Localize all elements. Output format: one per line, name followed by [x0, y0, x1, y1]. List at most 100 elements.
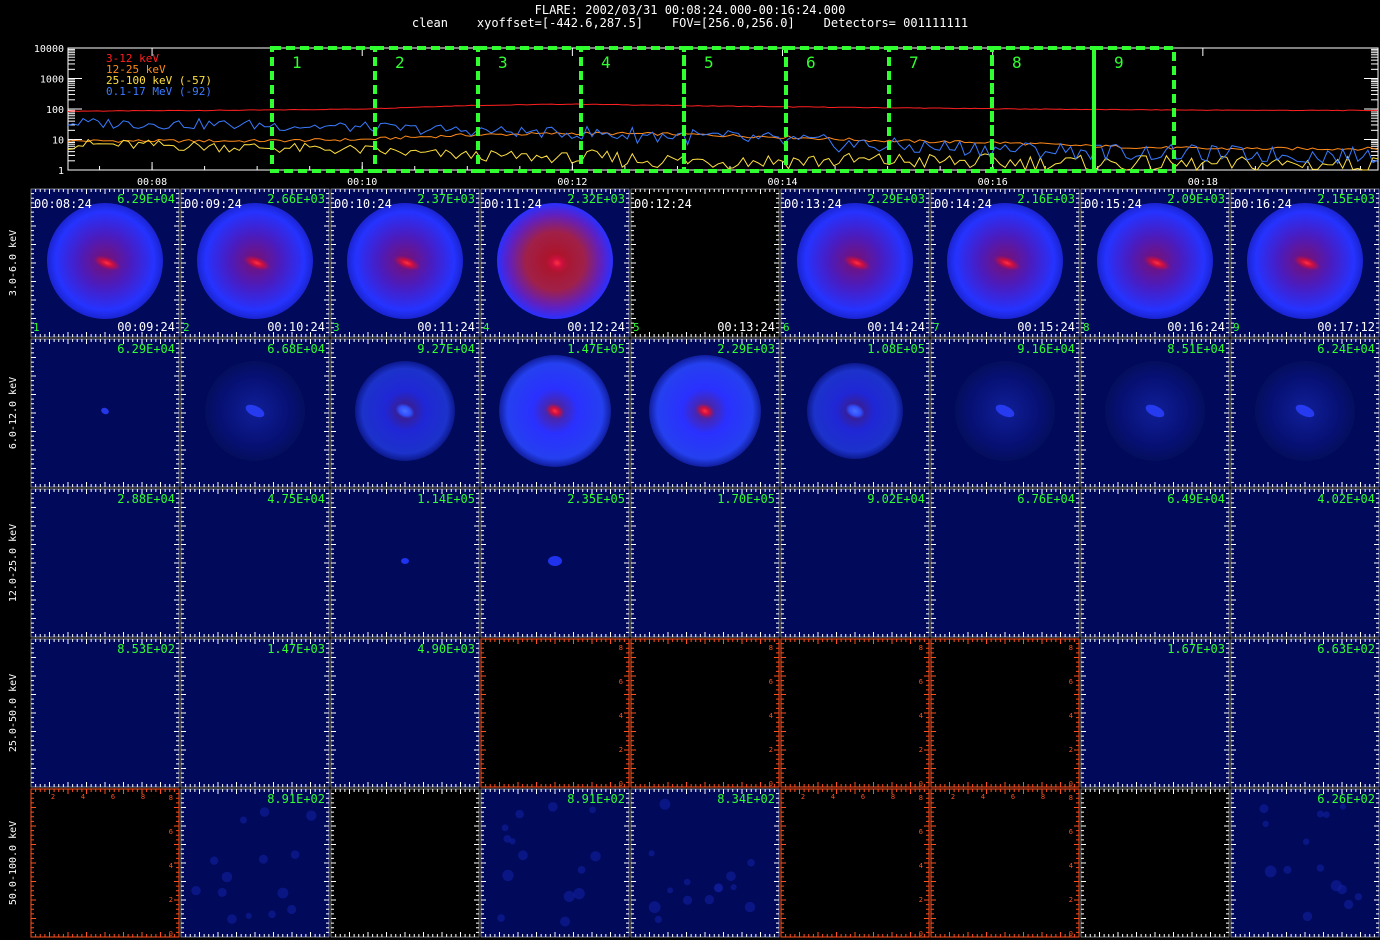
image-cell: 8.51E+04	[1080, 338, 1230, 488]
interval-number: 3	[333, 321, 340, 334]
axis-tick-label: 4	[1069, 712, 1073, 720]
peak-value: 2.29E+03	[717, 342, 775, 356]
image-cell: 2.29E+03	[630, 338, 780, 488]
end-time: 00:15:24	[1017, 320, 1075, 334]
cell-background	[31, 789, 179, 937]
peak-value: 4.02E+04	[1317, 492, 1375, 506]
end-time: 00:09:24	[117, 320, 175, 334]
axis-tick-label: 4	[769, 712, 773, 720]
image-cell: 6.63E+02	[1230, 638, 1380, 788]
peak-value: 9.16E+04	[1017, 342, 1075, 356]
interval-number: 6	[783, 321, 790, 334]
image-cell: 9.16E+04	[930, 338, 1080, 488]
cell-background	[931, 489, 1079, 637]
image-grid: 3.0-6.0 keV 6.0-12.0 keV 12.0-25.0 keV 25.0…	[8, 188, 1380, 938]
axis-tick-label: 6	[919, 678, 923, 686]
image-cell: 00:12:24 00:13:24 5	[630, 188, 780, 338]
image-cell: 86420	[780, 638, 930, 788]
interval-number: 7	[933, 321, 940, 334]
noise-blob	[221, 871, 233, 883]
image-cell: 1.47E+03	[180, 638, 330, 788]
peak-value: 6.63E+02	[1317, 642, 1375, 656]
interval-number: 1	[33, 321, 40, 334]
end-time: 00:13:24	[717, 320, 775, 334]
row-label: 3.0-6.0 keV	[8, 230, 19, 296]
start-time: 00:08:24	[34, 197, 92, 211]
noise-blob	[245, 912, 252, 919]
cell-background	[481, 639, 629, 787]
axis-tick-label: 6	[111, 793, 115, 801]
cell-background	[1081, 639, 1229, 787]
image-cell: 6.29E+04 00:08:24 00:09:24 1	[30, 188, 180, 338]
image-cell: 2.15E+03 00:16:24 00:17:12 9	[1230, 188, 1380, 338]
interval-number: 4	[483, 321, 490, 334]
end-time: 00:16:24	[1167, 320, 1225, 334]
peak-value: 2.29E+03	[867, 192, 925, 206]
cell-background	[181, 789, 329, 937]
end-time: 00:12:24	[567, 320, 625, 334]
peak-value: 2.09E+03	[1167, 192, 1225, 206]
peak-value: 6.29E+04	[117, 342, 175, 356]
cell-background	[781, 489, 929, 637]
noise-blob	[209, 856, 219, 865]
start-time: 00:12:24	[634, 197, 692, 211]
row-label: 25.0-50.0 keV	[8, 674, 19, 752]
peak-value: 8.51E+04	[1167, 342, 1225, 356]
image-cell: 1.08E+05	[780, 338, 930, 488]
peak-value: 9.02E+04	[867, 492, 925, 506]
peak-value: 4.90E+03	[417, 642, 475, 656]
axis-tick-label: 6	[169, 828, 173, 836]
peak-value: 6.49E+04	[1167, 492, 1225, 506]
end-time: 00:10:24	[267, 320, 325, 334]
image-cell: 8.53E+02	[30, 638, 180, 788]
image-cell: 6.29E+04	[30, 338, 180, 488]
image-cell: 9.02E+04	[780, 488, 930, 638]
interval-number: 8	[1083, 321, 1090, 334]
noise-blob	[290, 850, 300, 859]
start-time: 00:13:24	[784, 197, 842, 211]
peak-value: 8.53E+02	[117, 642, 175, 656]
peak-value: 2.88E+04	[117, 492, 175, 506]
peak-value: 1.67E+03	[1167, 642, 1225, 656]
cell-background	[181, 639, 329, 787]
cell-background	[1231, 639, 1379, 787]
peak-value: 1.08E+05	[867, 342, 925, 356]
image-cell: 2.32E+03 00:11:24 00:12:24 4	[480, 188, 630, 338]
image-cell: 2.09E+03 00:15:24 00:16:24 8	[1080, 188, 1230, 338]
image-cell: 4.90E+03	[330, 638, 480, 788]
image-cell: 4.75E+04	[180, 488, 330, 638]
peak-value: 1.47E+05	[567, 342, 625, 356]
peak-value: 6.29E+04	[117, 192, 175, 206]
cell-background	[931, 639, 1079, 787]
axis-tick-label: 2	[769, 746, 773, 754]
start-time: 00:10:24	[334, 197, 392, 211]
row-label: 12.0-25.0 keV	[8, 524, 19, 602]
cell-background	[31, 639, 179, 787]
axis-tick-label: 8	[769, 644, 773, 652]
peak-value: 2.16E+03	[1017, 192, 1075, 206]
interval-number: 2	[183, 321, 190, 334]
cell-background	[631, 189, 779, 337]
peak-value: 6.68E+04	[267, 342, 325, 356]
peak-value: 1.70E+05	[717, 492, 775, 506]
peak-value: 6.76E+04	[1017, 492, 1075, 506]
axis-tick-label: 4	[81, 793, 85, 801]
start-time: 00:11:24	[484, 197, 542, 211]
axis-tick-label: 4	[169, 862, 173, 870]
peak-value: 2.32E+03	[567, 192, 625, 206]
noise-blob	[239, 816, 248, 824]
peak-value: 2.66E+03	[267, 192, 325, 206]
noise-blob	[217, 887, 227, 897]
image-cell: 1.70E+05	[630, 488, 780, 638]
axis-tick-label: 6	[769, 678, 773, 686]
peak-value: 2.37E+03	[417, 192, 475, 206]
image-cell: 2.35E+05	[480, 488, 630, 638]
image-cell: 2.37E+03 00:10:24 00:11:24 3	[330, 188, 480, 338]
image-cell: 9.27E+04	[330, 338, 480, 488]
image-cell: 2.16E+03 00:14:24 00:15:24 7	[930, 188, 1080, 338]
noise-blob	[277, 887, 289, 899]
cell-background	[31, 489, 179, 637]
peak-value: 2.15E+03	[1317, 192, 1375, 206]
image-cell: 864202 4 6 8	[30, 788, 180, 938]
cell-background	[781, 639, 929, 787]
